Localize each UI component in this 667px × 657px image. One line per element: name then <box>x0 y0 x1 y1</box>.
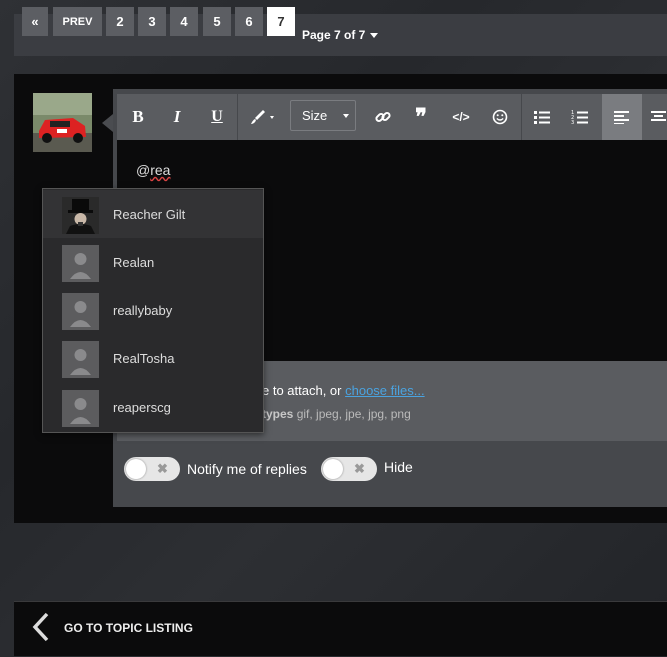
misspelled-word: rea <box>150 162 171 178</box>
numbered-list-icon: 1 2 3 <box>571 110 588 125</box>
mention-item[interactable]: reallybaby <box>43 286 263 334</box>
mention-username: Realan <box>113 255 155 270</box>
smiley-icon <box>492 109 508 125</box>
prev-page-button[interactable]: PREV <box>53 7 102 36</box>
page-jump-dropdown[interactable]: Page 7 of 7 <box>302 28 379 42</box>
page-5-button[interactable]: 5 <box>203 7 231 36</box>
page-4-button[interactable]: 4 <box>170 7 198 36</box>
top-hat-man-image <box>62 197 99 234</box>
numbered-list-button[interactable]: 1 2 3 <box>565 94 595 140</box>
toolbar-divider <box>237 94 238 140</box>
mention-username: RealTosha <box>113 351 175 366</box>
default-avatar-icon <box>62 293 99 330</box>
align-left-button[interactable] <box>602 94 642 140</box>
mention-username: reallybaby <box>113 303 173 318</box>
default-avatar-icon <box>62 341 99 378</box>
quote-button[interactable]: ❞ <box>407 94 435 140</box>
page-2-button[interactable]: 2 <box>106 7 134 36</box>
close-icon: ✖ <box>157 461 168 476</box>
bold-button[interactable]: B <box>117 94 159 140</box>
attach-prefix: e to attach, or <box>262 383 346 398</box>
allowed-file-types: types gif, jpeg, jpe, jpg, png <box>262 407 411 421</box>
mention-item[interactable]: RealTosha <box>43 334 263 382</box>
close-icon: ✖ <box>354 461 365 476</box>
rally-car-image <box>33 93 92 152</box>
first-page-button[interactable]: « <box>22 7 48 36</box>
page-6-button[interactable]: 6 <box>235 7 263 36</box>
default-avatar-icon <box>62 390 99 427</box>
emoji-button[interactable] <box>486 94 514 140</box>
brush-icon <box>251 110 274 124</box>
quote-icon: ❞ <box>415 104 427 129</box>
editor-toolbar: B I U ❞ </> 1 2 3 <box>117 94 667 140</box>
italic-button[interactable]: I <box>159 94 195 140</box>
align-center-icon <box>651 111 666 121</box>
page-3-button[interactable]: 3 <box>138 7 166 36</box>
page-7-button[interactable]: 7 <box>267 7 295 36</box>
svg-text:3: 3 <box>571 120 574 125</box>
font-size-label: Size <box>302 108 328 123</box>
types-values: gif, jpeg, jpe, jpg, png <box>293 407 411 421</box>
types-label: types <box>262 407 294 421</box>
underline-button[interactable]: U <box>199 94 235 140</box>
choose-files-link[interactable]: choose files... <box>345 383 425 398</box>
caret-down-icon <box>343 114 349 118</box>
typed-mention-text: @rea <box>136 162 170 178</box>
mention-username: Reacher Gilt <box>113 207 186 222</box>
chevron-down-icon <box>370 33 379 39</box>
user-avatar <box>62 197 99 234</box>
mention-username: reaperscg <box>113 400 171 415</box>
bullet-list-icon <box>534 111 550 124</box>
code-icon: </> <box>452 110 470 124</box>
bulleted-list-button[interactable] <box>527 94 557 140</box>
go-to-topic-listing-label[interactable]: GO TO TOPIC LISTING <box>64 621 193 635</box>
mention-item[interactable]: Reacher Gilt <box>43 190 263 238</box>
avatar[interactable] <box>33 93 92 152</box>
link-icon <box>375 111 391 123</box>
align-center-button[interactable] <box>645 94 667 140</box>
hide-toggle[interactable]: ✖ <box>321 457 377 481</box>
code-button[interactable]: </> <box>446 94 476 140</box>
page-of-label: Page 7 of 7 <box>302 28 366 42</box>
avatar-pointer <box>102 114 113 132</box>
notify-replies-label: Notify me of replies <box>187 461 307 477</box>
chevron-left-icon <box>32 612 49 642</box>
notify-replies-toggle[interactable]: ✖ <box>124 457 180 481</box>
mention-item[interactable]: reaperscg <box>43 383 263 431</box>
toggle-knob <box>323 459 343 479</box>
at-symbol: @ <box>136 162 151 178</box>
default-avatar-icon <box>62 245 99 282</box>
mention-suggestions-menu: Reacher Gilt Realan reallybaby RealTosha… <box>42 188 264 433</box>
toolbar-divider <box>521 94 522 140</box>
mention-item[interactable]: Realan <box>43 238 263 286</box>
hide-label: Hide <box>384 459 413 475</box>
link-button[interactable] <box>369 94 397 140</box>
go-to-topic-listing-link[interactable] <box>30 611 52 648</box>
font-size-dropdown[interactable]: Size <box>290 100 356 131</box>
align-left-icon <box>614 111 629 124</box>
attach-instruction: e to attach, or choose files... <box>262 383 425 398</box>
text-color-button[interactable] <box>243 94 283 140</box>
toggle-knob <box>126 459 146 479</box>
